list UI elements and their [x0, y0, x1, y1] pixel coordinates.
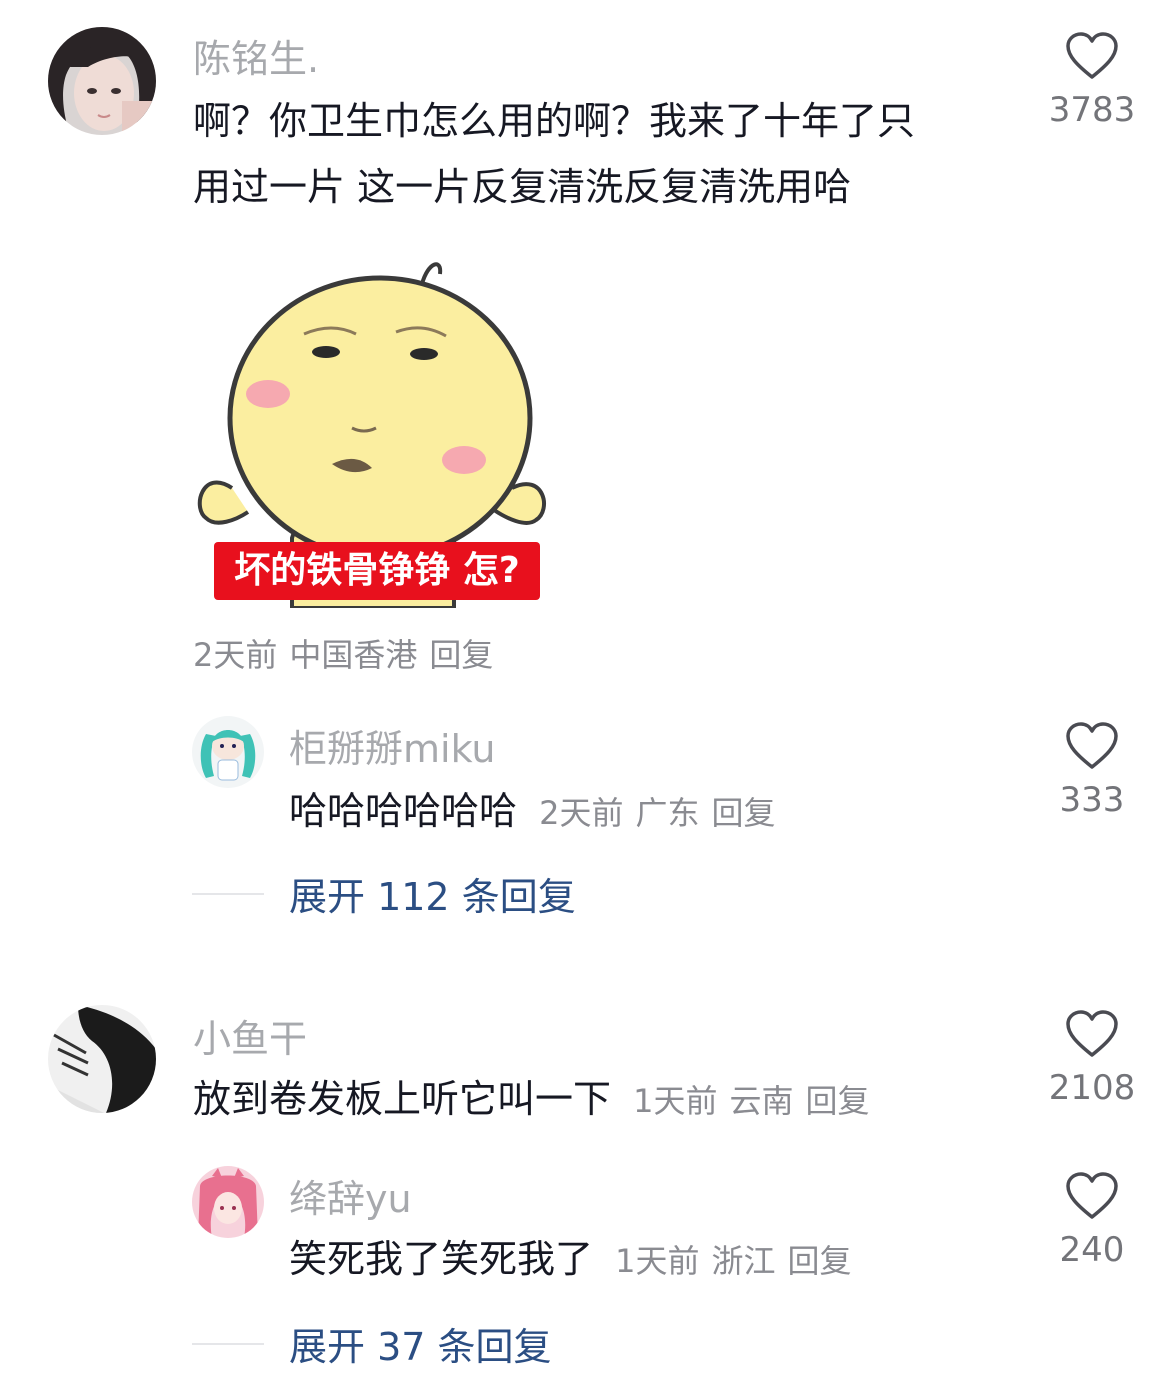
reply-link[interactable]: 回复: [429, 636, 493, 674]
comment-time: 2天前: [193, 636, 278, 674]
reply-link[interactable]: 回复: [788, 1242, 852, 1280]
like-button[interactable]: 2108: [1037, 1010, 1147, 1108]
comment-text: 放到卷发板上听它叫一下: [193, 1077, 612, 1121]
like-count: 333: [1059, 780, 1125, 820]
expand-divider: [192, 1343, 264, 1345]
heart-outline-icon: [1066, 32, 1118, 79]
comment-text-line: 用过一片 这一片反复清洗反复清洗用哈: [193, 165, 852, 209]
like-count: 2108: [1048, 1068, 1136, 1108]
avatar[interactable]: [48, 27, 156, 135]
expand-divider: [192, 893, 264, 895]
reply-location: 广东: [635, 794, 700, 832]
comment-location: 中国香港: [289, 636, 418, 674]
comment-location: 云南: [729, 1082, 794, 1120]
comment-text-row: 放到卷发板上听它叫一下 1天前 云南 回复: [193, 1067, 882, 1133]
comment-username[interactable]: 陈铭生.: [193, 28, 319, 83]
reply-text-row: 哈哈哈哈哈哈 2天前 广东 回复: [289, 779, 788, 845]
comment-text-line: 啊？你卫生巾怎么用的啊？我来了十年了只: [193, 99, 916, 143]
like-button[interactable]: 3783: [1037, 32, 1147, 130]
reply-time: 1天前: [615, 1242, 700, 1280]
reply-text: 哈哈哈哈哈哈: [289, 789, 518, 833]
comment-meta: 2天前 中国香港 回复: [193, 630, 505, 676]
reply-text: 笑死我了笑死我了: [289, 1237, 594, 1281]
reply-location: 浙江: [711, 1242, 776, 1280]
reply-username[interactable]: 柜掰掰miku: [289, 718, 496, 773]
heart-outline-icon: [1066, 722, 1118, 769]
avatar[interactable]: [48, 1005, 156, 1113]
reply-link[interactable]: 回复: [712, 794, 776, 832]
reply-username[interactable]: 绛辞yu: [289, 1168, 412, 1223]
comment-username[interactable]: 小鱼干: [193, 1008, 307, 1063]
like-count: 3783: [1048, 90, 1136, 130]
sticker-image[interactable]: 坏的铁骨铮铮 怎?: [192, 248, 552, 608]
expand-replies-button[interactable]: 展开 37 条回复: [289, 1316, 552, 1371]
expand-replies-button[interactable]: 展开 112 条回复: [289, 866, 576, 921]
heart-outline-icon: [1066, 1010, 1118, 1057]
like-button[interactable]: 333: [1037, 722, 1147, 820]
sticker-caption: 坏的铁骨铮铮 怎?: [214, 542, 540, 600]
reply-time: 2天前: [539, 794, 624, 832]
comment-time: 1天前: [633, 1082, 718, 1120]
like-count: 240: [1059, 1230, 1125, 1270]
avatar[interactable]: [192, 1166, 264, 1238]
reply-link[interactable]: 回复: [806, 1082, 870, 1120]
like-button[interactable]: 240: [1037, 1172, 1147, 1270]
avatar[interactable]: [192, 716, 264, 788]
reply-text-row: 笑死我了笑死我了 1天前 浙江 回复: [289, 1227, 864, 1293]
heart-outline-icon: [1066, 1172, 1118, 1219]
